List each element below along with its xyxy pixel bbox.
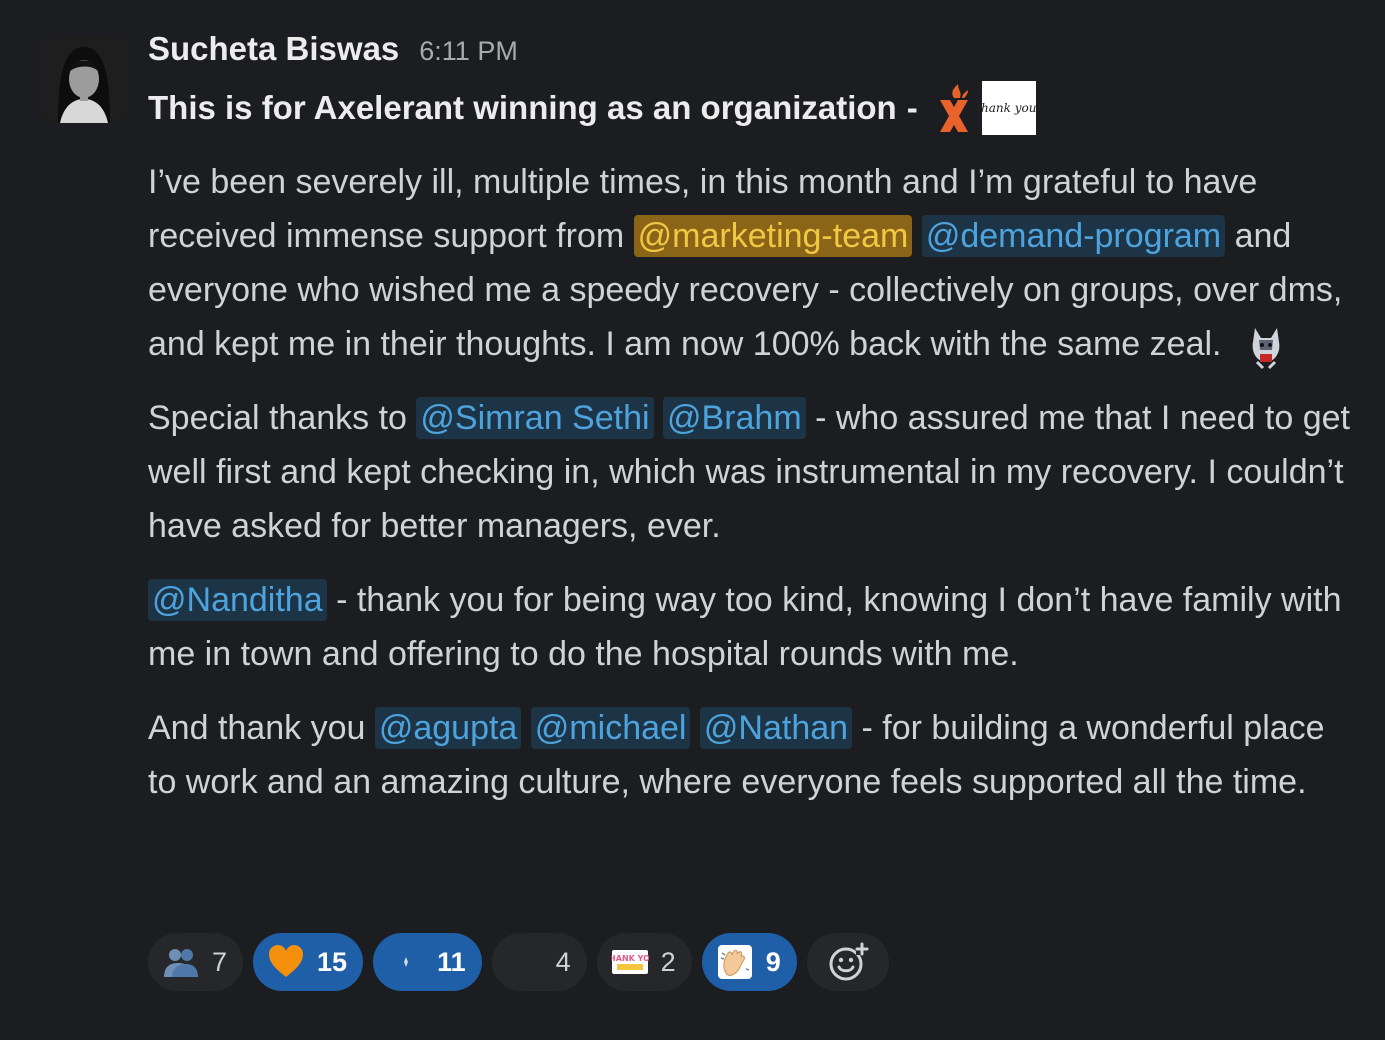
clapping-hands-icon (716, 943, 754, 981)
subject-text: This is for Axelerant winning as an orga… (148, 89, 897, 126)
thank-you-sticker-text: thank you! (976, 101, 1042, 115)
reaction-clapping-hands[interactable]: 9 (701, 933, 797, 991)
avatar[interactable] (40, 35, 128, 123)
subject-line: This is for Axelerant winning as an orga… (148, 80, 1041, 136)
sparkle-icon (387, 943, 425, 981)
reaction-sparkle[interactable]: 11 (373, 933, 482, 991)
mention-demand-program[interactable]: @demand-program (921, 215, 1226, 257)
add-reaction-icon (829, 942, 869, 981)
people-hugging-icon (162, 943, 200, 981)
mention-simran-sethi[interactable]: @Simran Sethi (416, 397, 654, 439)
paragraph-text: And thank you (148, 709, 375, 747)
mention-nanditha[interactable]: @Nanditha (148, 579, 327, 621)
reaction-count: 7 (212, 946, 228, 977)
mention-nathan[interactable]: @Nathan (699, 707, 853, 749)
message-header: Sucheta Biswas 6:11 PM (148, 30, 518, 78)
mention-brahm[interactable]: @Brahm (663, 397, 806, 439)
paragraph-text: Special thanks to (148, 399, 417, 437)
mention-agupta[interactable]: @agupta (374, 707, 522, 749)
paragraph-3: @Nanditha - thank you for being way too … (148, 573, 1358, 681)
husky-dog-icon (1252, 328, 1280, 370)
reaction-count: 15 (317, 946, 348, 977)
avatar-photo-icon (40, 35, 128, 123)
mention-marketing-team[interactable]: @marketing-team (633, 215, 913, 257)
paragraph-2: Special thanks to @Simran Sethi @Brahm -… (148, 391, 1358, 553)
reaction-count: 4 (555, 946, 571, 977)
reaction-orange-heart[interactable]: 15 (253, 933, 364, 991)
subject-separator: - (906, 89, 918, 126)
reaction-count: 9 (765, 946, 781, 977)
reaction-thank-you-badge[interactable]: THANK YOU 2 (596, 933, 692, 991)
reactions-bar: 7 15 11 4 HANK YO 2 9 (148, 933, 889, 991)
reaction-count: 2 (660, 946, 676, 977)
paragraph-4: And thank you @agupta @michael @Nathan -… (148, 701, 1358, 809)
add-reaction-button[interactable] (806, 933, 889, 991)
author-name[interactable]: Sucheta Biswas (148, 30, 399, 68)
paragraph-1: I’ve been severely ill, multiple times, … (148, 155, 1358, 371)
thank-you-sticker-icon: thank you! (976, 81, 1041, 135)
blank-custom-emoji-icon (506, 943, 544, 981)
message: Sucheta Biswas 6:11 PM This is for Axele… (0, 0, 1385, 1040)
orange-heart-icon (267, 943, 305, 981)
thank-you-badge-icon: THANK YOU (611, 943, 649, 981)
reaction-people-hugging[interactable]: 7 (148, 933, 244, 991)
message-body: I’ve been severely ill, multiple times, … (148, 155, 1358, 829)
reaction-blank-custom[interactable]: 4 (491, 933, 587, 991)
reaction-count: 11 (437, 946, 466, 977)
paragraph-text: - thank you for being way too kind, know… (148, 581, 1342, 673)
timestamp[interactable]: 6:11 PM (419, 36, 518, 67)
thank-you-badge-text: THANK YOU (611, 954, 649, 963)
mention-michael[interactable]: @michael (530, 707, 691, 749)
axelerant-logo-icon (939, 84, 968, 132)
